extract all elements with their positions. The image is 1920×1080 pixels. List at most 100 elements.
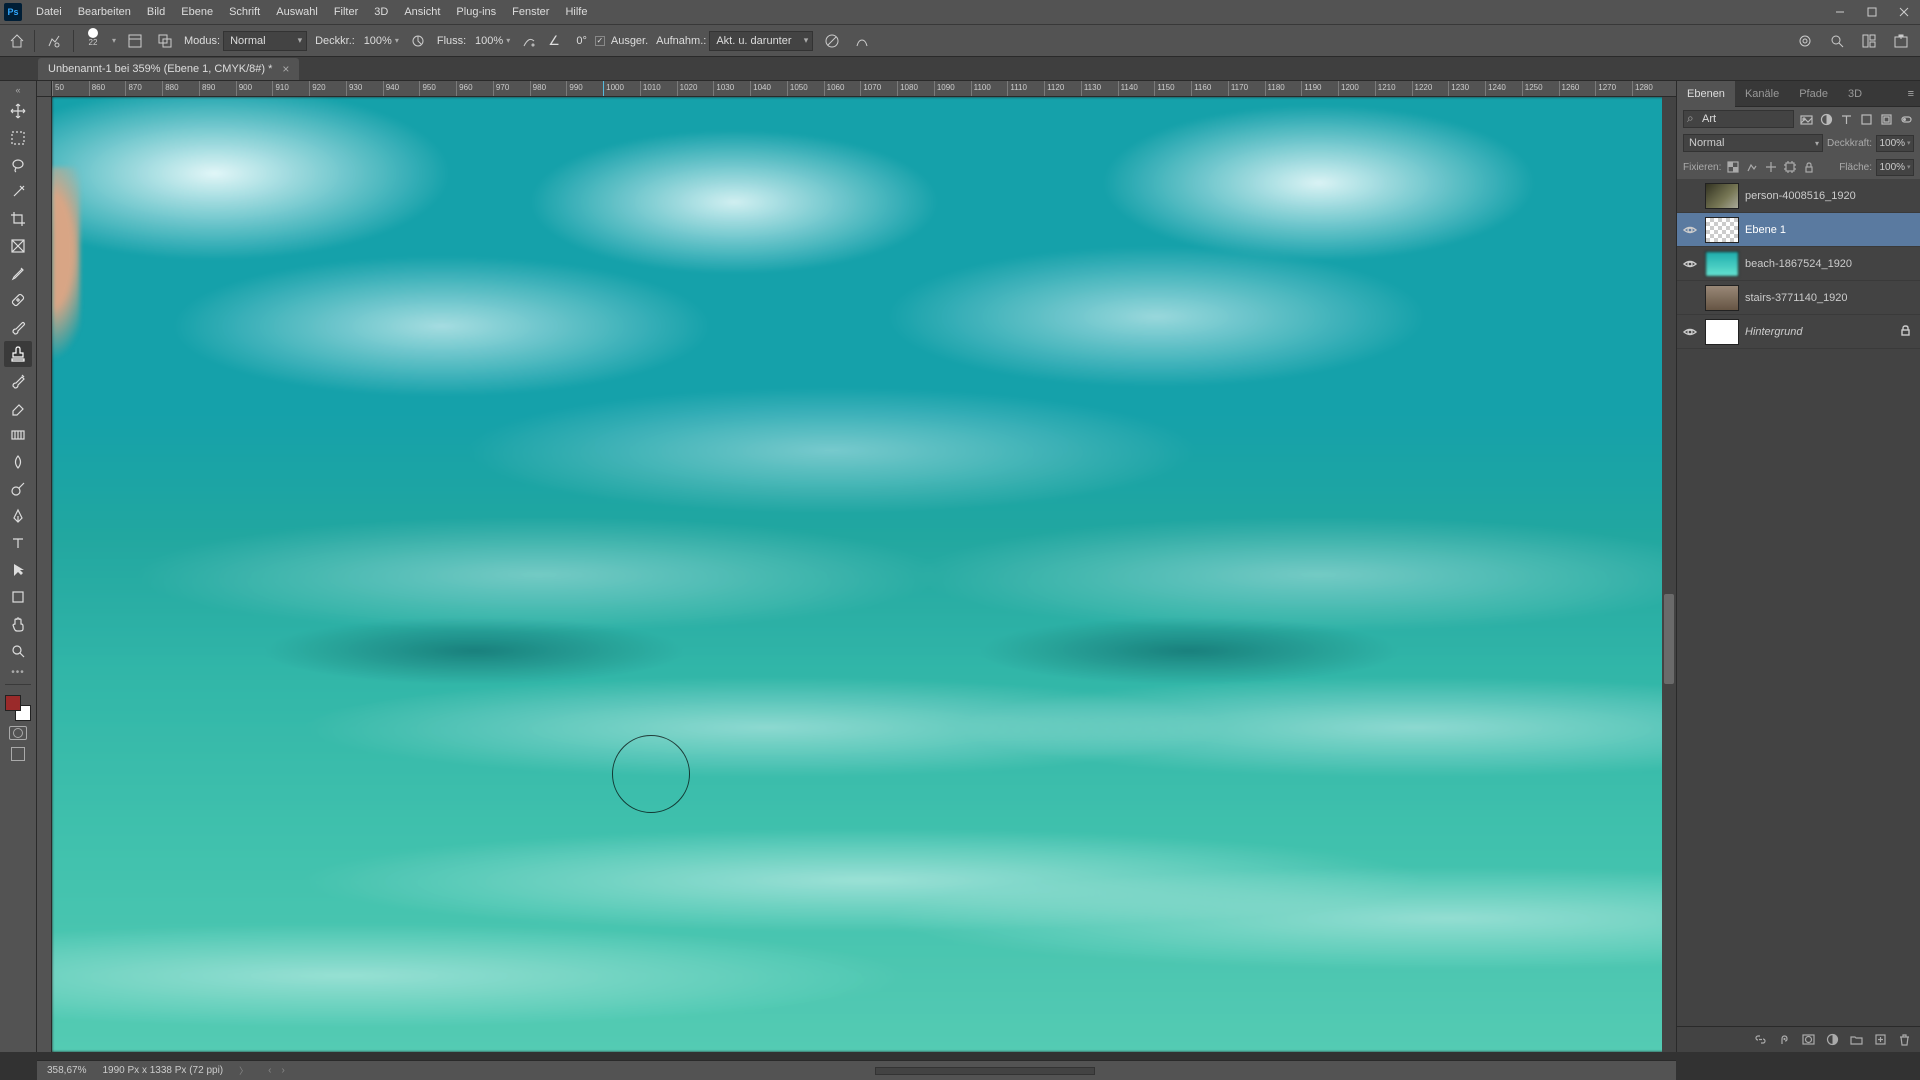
- stamp-tool[interactable]: [4, 341, 32, 367]
- document-tab[interactable]: Unbenannt-1 bei 359% (Ebene 1, CMYK/8#) …: [38, 58, 299, 80]
- visibility-icon[interactable]: [1681, 255, 1699, 273]
- menu-auswahl[interactable]: Auswahl: [268, 6, 326, 18]
- menu-datei[interactable]: Datei: [28, 6, 70, 18]
- lasso-tool[interactable]: [4, 152, 32, 178]
- visibility-icon[interactable]: [1681, 221, 1699, 239]
- airbrush-icon[interactable]: [518, 30, 540, 52]
- filter-type-icon[interactable]: [1838, 111, 1854, 127]
- filter-shape-icon[interactable]: [1858, 111, 1874, 127]
- horizontal-scrollbar[interactable]: [875, 1067, 1095, 1075]
- layer-style-icon[interactable]: [1776, 1032, 1792, 1048]
- layer-row[interactable]: person-4008516_1920: [1677, 179, 1920, 213]
- angle-value[interactable]: 0°: [563, 35, 587, 47]
- search-icon[interactable]: [1826, 30, 1848, 52]
- cloud-icon[interactable]: [1794, 30, 1816, 52]
- layer-name[interactable]: beach-1867524_1920: [1745, 258, 1852, 270]
- filter-adjust-icon[interactable]: [1818, 111, 1834, 127]
- move-tool[interactable]: [4, 98, 32, 124]
- gradient-tool[interactable]: [4, 422, 32, 448]
- pressure-size-icon[interactable]: [851, 30, 873, 52]
- tab-3d[interactable]: 3D: [1838, 81, 1872, 107]
- layer-name[interactable]: Hintergrund: [1745, 326, 1802, 338]
- layer-row[interactable]: stairs-3771140_1920: [1677, 281, 1920, 315]
- blur-tool[interactable]: [4, 449, 32, 475]
- menu-3d[interactable]: 3D: [366, 6, 396, 18]
- layer-thumbnail[interactable]: [1705, 217, 1739, 243]
- lock-artboard-icon[interactable]: [1782, 160, 1797, 175]
- vertical-ruler[interactable]: [37, 97, 52, 1052]
- frame-tool[interactable]: [4, 233, 32, 259]
- crop-tool[interactable]: [4, 206, 32, 232]
- menu-schrift[interactable]: Schrift: [221, 6, 268, 18]
- marquee-tool[interactable]: [4, 125, 32, 151]
- menu-plug-ins[interactable]: Plug-ins: [448, 6, 504, 18]
- layer-row[interactable]: Hintergrund: [1677, 315, 1920, 349]
- lock-position-icon[interactable]: [1763, 160, 1778, 175]
- horizontal-ruler[interactable]: 5086087088089090091092093094095096097098…: [52, 81, 1676, 97]
- menu-fenster[interactable]: Fenster: [504, 6, 557, 18]
- new-layer-icon[interactable]: [1872, 1032, 1888, 1048]
- color-swatches[interactable]: [5, 695, 31, 721]
- quickmask-icon[interactable]: [9, 726, 27, 740]
- menu-bearbeiten[interactable]: Bearbeiten: [70, 6, 139, 18]
- link-layers-icon[interactable]: [1752, 1032, 1768, 1048]
- layer-thumbnail[interactable]: [1705, 183, 1739, 209]
- tool-preset-icon[interactable]: [43, 30, 65, 52]
- brush-panel-icon[interactable]: [124, 30, 146, 52]
- shape-tool[interactable]: [4, 584, 32, 610]
- layer-thumbnail[interactable]: [1705, 251, 1739, 277]
- menu-bild[interactable]: Bild: [139, 6, 173, 18]
- maximize-button[interactable]: [1856, 0, 1888, 24]
- menu-filter[interactable]: Filter: [326, 6, 366, 18]
- menu-ebene[interactable]: Ebene: [173, 6, 221, 18]
- close-button[interactable]: [1888, 0, 1920, 24]
- toolbox-collapse-icon[interactable]: «: [8, 85, 28, 95]
- lock-all-icon[interactable]: [1801, 160, 1816, 175]
- menu-ansicht[interactable]: Ansicht: [396, 6, 448, 18]
- aligned-checkbox[interactable]: [595, 36, 605, 46]
- adjustment-layer-icon[interactable]: [1824, 1032, 1840, 1048]
- timeline-nav[interactable]: ‹›: [264, 1065, 289, 1076]
- history-brush-tool[interactable]: [4, 368, 32, 394]
- tab-channels[interactable]: Kanäle: [1735, 81, 1789, 107]
- layer-name[interactable]: person-4008516_1920: [1745, 190, 1856, 202]
- layer-row[interactable]: beach-1867524_1920: [1677, 247, 1920, 281]
- group-icon[interactable]: [1848, 1032, 1864, 1048]
- workspace-icon[interactable]: [1858, 30, 1880, 52]
- lock-image-icon[interactable]: [1744, 160, 1759, 175]
- layer-filter-input[interactable]: [1683, 110, 1794, 128]
- layer-row[interactable]: Ebene 1: [1677, 213, 1920, 247]
- dodge-tool[interactable]: [4, 476, 32, 502]
- zoom-level[interactable]: 358,67%: [47, 1065, 86, 1076]
- zoom-tool[interactable]: [4, 638, 32, 664]
- layer-thumbnail[interactable]: [1705, 319, 1739, 345]
- minimize-button[interactable]: [1824, 0, 1856, 24]
- brush-preset-picker[interactable]: 22: [82, 28, 104, 54]
- layer-mask-icon[interactable]: [1800, 1032, 1816, 1048]
- pen-tool[interactable]: [4, 503, 32, 529]
- document-info[interactable]: 1990 Px x 1338 Px (72 ppi): [102, 1065, 223, 1076]
- layer-blendmode-dropdown[interactable]: Normal: [1683, 134, 1823, 152]
- eraser-tool[interactable]: [4, 395, 32, 421]
- menu-hilfe[interactable]: Hilfe: [557, 6, 595, 18]
- wand-tool[interactable]: [4, 179, 32, 205]
- pressure-opacity-icon[interactable]: [407, 30, 429, 52]
- sample-dropdown[interactable]: Akt. u. darunter: [709, 31, 813, 51]
- fill-value[interactable]: 100%: [1876, 159, 1914, 176]
- hand-tool[interactable]: [4, 611, 32, 637]
- visibility-icon[interactable]: [1681, 289, 1699, 307]
- layer-name[interactable]: stairs-3771140_1920: [1745, 292, 1848, 304]
- layer-opacity-value[interactable]: 100%: [1876, 135, 1914, 152]
- clone-source-icon[interactable]: [154, 30, 176, 52]
- tab-layers[interactable]: Ebenen: [1677, 81, 1735, 107]
- visibility-icon[interactable]: [1681, 323, 1699, 341]
- vertical-scrollbar[interactable]: [1662, 97, 1676, 1052]
- opacity-value[interactable]: 100%: [358, 35, 392, 47]
- filter-toggle-icon[interactable]: [1898, 111, 1914, 127]
- delete-layer-icon[interactable]: [1896, 1032, 1912, 1048]
- eyedropper-tool[interactable]: [4, 260, 32, 286]
- ignore-adjustment-icon[interactable]: [821, 30, 843, 52]
- visibility-icon[interactable]: [1681, 187, 1699, 205]
- filter-pixel-icon[interactable]: [1798, 111, 1814, 127]
- path-select-tool[interactable]: [4, 557, 32, 583]
